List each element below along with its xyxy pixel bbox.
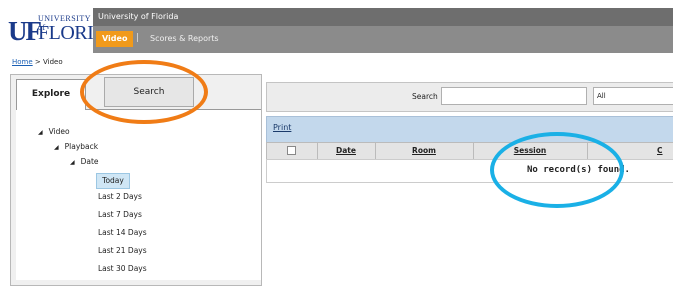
tree-node-video[interactable]: ◢ Video: [38, 127, 70, 136]
tree-node-playback[interactable]: ◢ Playback: [54, 142, 98, 151]
search-label: Search: [412, 92, 438, 101]
expand-triangle-icon[interactable]: ◢: [70, 159, 75, 166]
tree-item-today[interactable]: Today: [96, 173, 130, 189]
logo-uf-text: UF: [8, 16, 42, 46]
search-bar: Search All: [266, 82, 673, 112]
expand-triangle-icon[interactable]: ◢: [38, 129, 43, 136]
column-header-room[interactable]: Room: [375, 146, 473, 155]
tree-item-last-21-days[interactable]: Last 21 Days: [98, 246, 147, 255]
select-all-checkbox[interactable]: [287, 146, 296, 155]
column-header-c[interactable]: C: [657, 146, 673, 155]
tab-explore[interactable]: Explore: [16, 79, 86, 110]
site-title: University of Florida: [98, 12, 179, 21]
nav-video-tab[interactable]: Video: [96, 31, 134, 47]
nav-separator: |: [136, 33, 140, 43]
tree-node-date[interactable]: ◢ Date: [70, 157, 99, 166]
nav-scores-reports-tab[interactable]: Scores & Reports: [150, 34, 219, 43]
breadcrumb: Home > Video: [12, 58, 63, 66]
filter-select[interactable]: All: [593, 87, 673, 105]
tree-item-last-7-days[interactable]: Last 7 Days: [98, 210, 142, 219]
top-header-bar: University of Florida: [93, 8, 673, 26]
tree-label-video: Video: [48, 127, 70, 136]
breadcrumb-separator: >: [34, 58, 41, 66]
tree-label-date: Date: [80, 157, 99, 166]
tree-label-playback: Playback: [64, 142, 99, 151]
uf-logo: UF UNIVERSITY of FLORIDA: [8, 10, 122, 50]
tree-item-last-30-days[interactable]: Last 30 Days: [98, 264, 147, 273]
column-header-date[interactable]: Date: [317, 146, 375, 155]
breadcrumb-home-link[interactable]: Home: [12, 58, 33, 66]
tree-item-last-14-days[interactable]: Last 14 Days: [98, 228, 147, 237]
search-input[interactable]: [441, 87, 587, 105]
orange-highlight-circle: [80, 60, 208, 124]
blue-highlight-circle: [490, 132, 624, 208]
main-nav: Video | Scores & Reports: [93, 26, 673, 53]
print-link[interactable]: Print: [273, 123, 291, 132]
expand-triangle-icon[interactable]: ◢: [54, 144, 59, 151]
tree-item-last-2-days[interactable]: Last 2 Days: [98, 192, 142, 201]
breadcrumb-current: Video: [43, 58, 63, 66]
print-bar: Print: [266, 116, 673, 144]
